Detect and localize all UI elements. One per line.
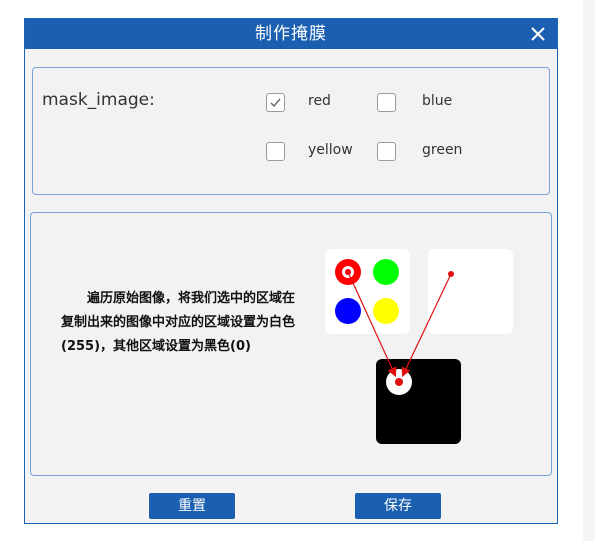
background-strip [583,0,595,541]
close-icon[interactable] [527,23,549,45]
checkbox-yellow[interactable] [266,142,285,161]
mask-illustration [325,249,513,444]
checkbox-red-label: red [308,93,331,109]
checkbox-green-label: green [422,142,463,158]
title-bar: 制作掩膜 [25,19,557,49]
yellow-circle [373,298,399,324]
original-image [325,249,410,334]
save-button[interactable]: 保存 [355,493,441,519]
checkbox-red[interactable] [266,93,285,112]
mask-image-label: mask_image: [42,90,155,110]
blue-circle [335,298,361,324]
copied-image [428,249,513,334]
checkbox-blue[interactable] [377,93,396,112]
check-icon [270,98,281,108]
dialog-title: 制作掩膜 [255,24,327,44]
explanation-panel: 遍历原始图像，将我们选中的区域在复制出来的图像中对应的区域设置为白色(255)，… [30,212,552,476]
make-mask-dialog: 制作掩膜 mask_image: red blue yellow green 遍… [24,18,558,524]
reset-button[interactable]: 重置 [149,493,235,519]
mask-result [376,359,461,444]
green-circle [373,259,399,285]
checkbox-blue-label: blue [422,93,453,109]
checkbox-yellow-label: yellow [308,142,353,158]
checkbox-green[interactable] [377,142,396,161]
mask-options-panel: mask_image: red blue yellow green [32,67,550,195]
